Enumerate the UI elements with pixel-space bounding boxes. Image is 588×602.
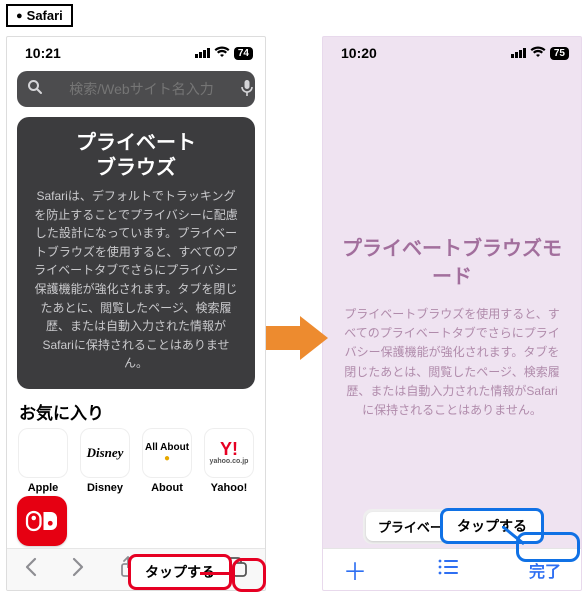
about-icon: All About● [142,428,192,478]
favorite-apple[interactable]: Apple [15,428,71,494]
status-icons: 75 [511,46,569,61]
private-browsing-card: プライベート ブラウズ Safariは、デフォルトでトラッキングを防止することで… [17,117,255,389]
private-mode-body: プライベートブラウズを使用すると、すべてのプライベートタブでさらにプライバシー保… [341,305,563,420]
card-body: Safariは、デフォルトでトラッキングを防止することでプライバシーに配慮した設… [33,187,239,373]
phone-left: 10:21 74 プライベート ブラウズ Safariは、デフォルトでトラッキン… [6,36,266,591]
wifi-icon [214,46,230,61]
battery-icon: 75 [550,47,569,60]
signal-icon [195,48,210,58]
favorites-heading: お気に入り [19,399,253,424]
forward-button[interactable] [71,557,85,583]
favorite-about[interactable]: All About● About [139,428,195,494]
back-button[interactable] [24,557,38,583]
favorite-disney[interactable]: Disney Disney [77,428,133,494]
status-time: 10:21 [25,45,61,61]
callout-ring-tabs [232,558,266,592]
status-bar: 10:20 75 [323,37,581,65]
disney-icon: Disney [80,428,130,478]
yahoo-icon: Y!yahoo.co.jp [204,428,254,478]
search-icon [27,79,43,100]
callout-leader-red [200,572,234,575]
favorite-yahoo[interactable]: Y!yahoo.co.jp Yahoo! [201,428,257,494]
favorites-row: Apple Disney Disney All About● About Y!y… [7,428,265,494]
favorite-nintendo[interactable] [17,496,67,546]
status-icons: 74 [195,46,253,61]
callout-ring-segment [516,532,580,562]
wifi-icon [530,46,546,61]
search-input[interactable] [51,81,232,97]
tab-list-button[interactable] [437,559,459,580]
new-tab-button[interactable]: ＋ [343,552,367,587]
transition-arrow-icon [266,316,328,360]
address-bar[interactable] [17,71,255,107]
status-bar: 10:21 74 [7,37,265,65]
battery-icon: 74 [234,47,253,60]
card-title: プライベート ブラウズ [33,131,239,181]
app-badge: Safari [6,4,73,27]
signal-icon [511,48,526,58]
nintendo-icon [24,509,60,533]
mic-icon[interactable] [240,79,254,100]
apple-icon [18,428,68,478]
private-mode-title: プライベートブラウズモード [341,235,563,291]
status-time: 10:20 [341,45,377,61]
app-badge-label: Safari [27,8,63,23]
